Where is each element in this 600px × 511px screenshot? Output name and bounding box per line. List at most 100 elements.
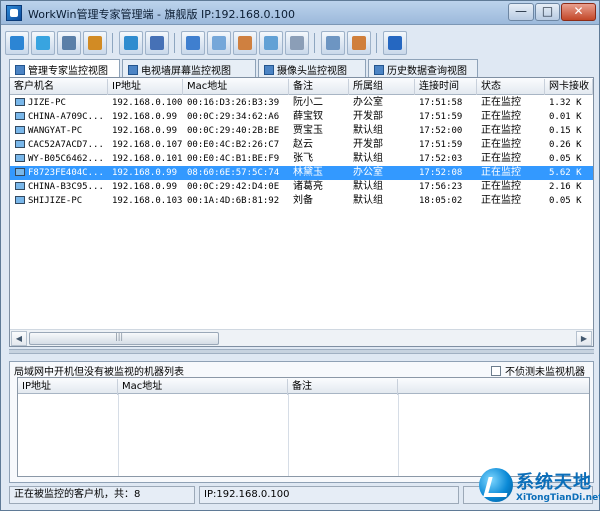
column-header-2[interactable]: Mac地址: [183, 79, 289, 95]
tab-monitor-view[interactable]: 管理专家监控视图: [9, 59, 120, 78]
toolbar-button-disk[interactable]: [285, 31, 309, 55]
monitor-settings-icon: [62, 36, 76, 50]
table-row[interactable]: WANGYAT-PC 192.168.0.99 00:0C:29:40:2B:BE 贾…: [10, 124, 593, 138]
column-header-3[interactable]: 备注: [289, 79, 349, 95]
client-monitor-table[interactable]: 客户机名 IP地址 Mac地址 备注 所属组 连接时间 状态 网卡接收 JIZE-PC 192.…: [9, 77, 594, 347]
cell-ip: 192.168.0.99: [112, 126, 178, 136]
table-row[interactable]: SHIJIZE-PC 192.168.0.103 00:1A:4D:6B:81:92…: [10, 194, 593, 208]
cell-time: 17:51:58: [419, 98, 463, 108]
toolbar: [5, 28, 595, 58]
cell-ip: 192.168.0.99: [112, 182, 178, 192]
cell-name: CHINA-B3C95...: [28, 182, 104, 192]
column-header-7[interactable]: 网卡接收: [545, 79, 593, 95]
tab-history-view[interactable]: 历史数据查询视图: [368, 59, 478, 77]
toolbar-button-picture[interactable]: [233, 31, 257, 55]
cell-name: WANGYAT-PC: [28, 126, 83, 136]
cell-time: 17:52:08: [419, 168, 463, 178]
cell-note: 阮小二: [293, 97, 323, 108]
cell-rx: 0.15 K: [549, 126, 582, 136]
maximize-button[interactable]: □: [535, 3, 560, 21]
toolbar-button-user[interactable]: [347, 31, 371, 55]
window-title: WorkWin管理专家管理端 - 旗舰版 IP:192.168.0.100: [28, 8, 296, 21]
column-ip[interactable]: IP地址: [18, 379, 118, 395]
toolbar-separator: [314, 33, 315, 53]
column-header-4[interactable]: 所属组: [349, 79, 415, 95]
toolbar-separator: [174, 33, 175, 53]
table-row[interactable]: F8723FE404C... 192.168.0.99 08:60:6E:57:5C…: [10, 166, 593, 180]
toolbar-button-message[interactable]: [207, 31, 231, 55]
column-divider: [398, 394, 399, 476]
cell-ip: 192.168.0.99: [112, 112, 178, 122]
cell-time: 17:52:03: [419, 154, 463, 164]
checkbox-icon[interactable]: [491, 366, 501, 376]
cell-rx: 0.05 K: [549, 154, 582, 164]
column-note[interactable]: 备注: [288, 379, 398, 395]
no-detect-checkbox[interactable]: 不侦测未监视机器: [491, 363, 585, 378]
cell-group: 默认组: [353, 153, 383, 164]
column-header-5[interactable]: 连接时间: [415, 79, 477, 95]
monitor-tab-icon: [15, 65, 25, 75]
tab-monitor-label: 管理专家监控视图: [28, 66, 108, 77]
history-tab-icon: [374, 65, 384, 75]
cell-status: 正在监控: [481, 97, 521, 108]
scroll-right-button[interactable]: ▶: [576, 331, 592, 346]
tab-tv-wall-view[interactable]: 电视墙屏幕监控视图: [122, 59, 256, 77]
app-icon: [6, 5, 22, 21]
column-divider: [118, 394, 119, 476]
table-row[interactable]: CAC52A7ACD7... 192.168.0.107 00:E0:4C:B2:2…: [10, 138, 593, 152]
toolbar-button-connect[interactable]: [145, 31, 169, 55]
cell-group: 默认组: [353, 195, 383, 206]
user-icon: [352, 36, 366, 50]
toolbar-button-document[interactable]: [321, 31, 345, 55]
camera-tab-icon: [264, 65, 274, 75]
table-row[interactable]: CHINA-A709C... 192.168.0.99 00:0C:29:34:62…: [10, 110, 593, 124]
scroll-thumb[interactable]: [29, 332, 219, 345]
screen-icon: [186, 36, 200, 50]
cell-mac: 00:0C:29:34:62:A6: [187, 112, 280, 122]
layers-icon: [10, 36, 24, 50]
toolbar-button-tools[interactable]: [83, 31, 107, 55]
column-mac[interactable]: Mac地址: [118, 379, 288, 395]
tab-camera-label: 摄像头监控视图: [277, 66, 347, 77]
scroll-left-button[interactable]: ◀: [11, 331, 27, 346]
toolbar-button-monitor-settings[interactable]: [57, 31, 81, 55]
cell-time: 17:51:59: [419, 112, 463, 122]
tools-icon: [88, 36, 102, 50]
cell-mac: 00:16:D3:26:B3:39: [187, 98, 280, 108]
toolbar-button-chart[interactable]: [119, 31, 143, 55]
cell-status: 正在监控: [481, 181, 521, 192]
cell-ip: 192.168.0.103: [112, 196, 183, 206]
toolbar-button-globe[interactable]: [31, 31, 55, 55]
toolbar-button-layers[interactable]: [5, 31, 29, 55]
close-button[interactable]: ✕: [561, 3, 596, 21]
minimize-button[interactable]: —: [508, 3, 534, 21]
picture-icon: [238, 36, 252, 50]
toolbar-button-help[interactable]: [383, 31, 407, 55]
unmonitored-table[interactable]: IP地址 Mac地址 备注: [17, 377, 590, 477]
horizontal-scrollbar[interactable]: ◀ ▶: [10, 329, 593, 346]
toolbar-button-screen[interactable]: [181, 31, 205, 55]
tab-camera-view[interactable]: 摄像头监控视图: [258, 59, 366, 77]
toolbar-button-copy[interactable]: [259, 31, 283, 55]
cell-group: 开发部: [353, 139, 383, 150]
cell-name: JIZE-PC: [28, 98, 66, 108]
table-header: 客户机名 IP地址 Mac地址 备注 所属组 连接时间 状态 网卡接收: [10, 78, 593, 95]
column-header-0[interactable]: 客户机名: [10, 79, 108, 95]
tab-tv-wall-label: 电视墙屏幕监控视图: [141, 66, 231, 77]
cell-status: 正在监控: [481, 111, 521, 122]
column-header-1[interactable]: IP地址: [108, 79, 183, 95]
cell-name: CAC52A7ACD7...: [28, 140, 104, 150]
cell-rx: 1.32 K: [549, 98, 582, 108]
panel-splitter[interactable]: [9, 349, 594, 354]
cell-name: WY-B05C6462...: [28, 154, 104, 164]
table-row[interactable]: CHINA-B3C95... 192.168.0.99 00:0C:29:42:D4…: [10, 180, 593, 194]
cell-rx: 2.16 K: [549, 182, 582, 192]
table-row[interactable]: WY-B05C6462... 192.168.0.101 00:E0:4C:B1:B…: [10, 152, 593, 166]
cell-note: 林黛玉: [293, 167, 323, 178]
table-row[interactable]: JIZE-PC 192.168.0.100 00:16:D3:26:B3:39 阮小二…: [10, 96, 593, 110]
column-header-6[interactable]: 状态: [477, 79, 545, 95]
toolbar-separator: [112, 33, 113, 53]
unmonitored-table-body: [18, 394, 589, 476]
tab-history-label: 历史数据查询视图: [387, 66, 467, 77]
title-bar[interactable]: WorkWin管理专家管理端 - 旗舰版 IP:192.168.0.100 — …: [1, 1, 599, 25]
